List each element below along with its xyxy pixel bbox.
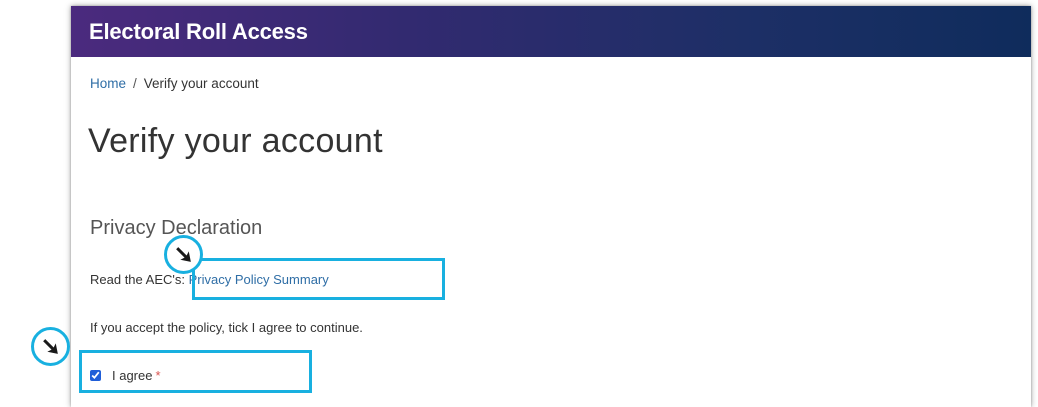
agree-checkbox-highlight-box (79, 350, 312, 393)
page-title: Verify your account (88, 122, 383, 160)
site-title: Electoral Roll Access (89, 19, 308, 44)
page-panel: Electoral Roll Access Home / Verify your a… (71, 6, 1031, 407)
breadcrumb: Home / Verify your account (90, 76, 259, 91)
accept-instructions: If you accept the policy, tick I agree t… (90, 320, 363, 335)
breadcrumb-separator: / (133, 76, 137, 91)
agree-pointer-marker (31, 327, 70, 366)
screenshot-stage: Electoral Roll Access Home / Verify your a… (0, 0, 1038, 407)
policy-link-highlight-box (192, 258, 445, 300)
policy-pointer-marker (164, 235, 203, 274)
breadcrumb-home-link[interactable]: Home (90, 76, 126, 91)
privacy-read-prefix: Read the AEC's: (90, 272, 185, 287)
arrow-down-right-icon (176, 247, 191, 262)
arrow-down-right-icon (43, 339, 58, 354)
header-banner: Electoral Roll Access (71, 6, 1031, 57)
breadcrumb-current: Verify your account (143, 76, 259, 91)
